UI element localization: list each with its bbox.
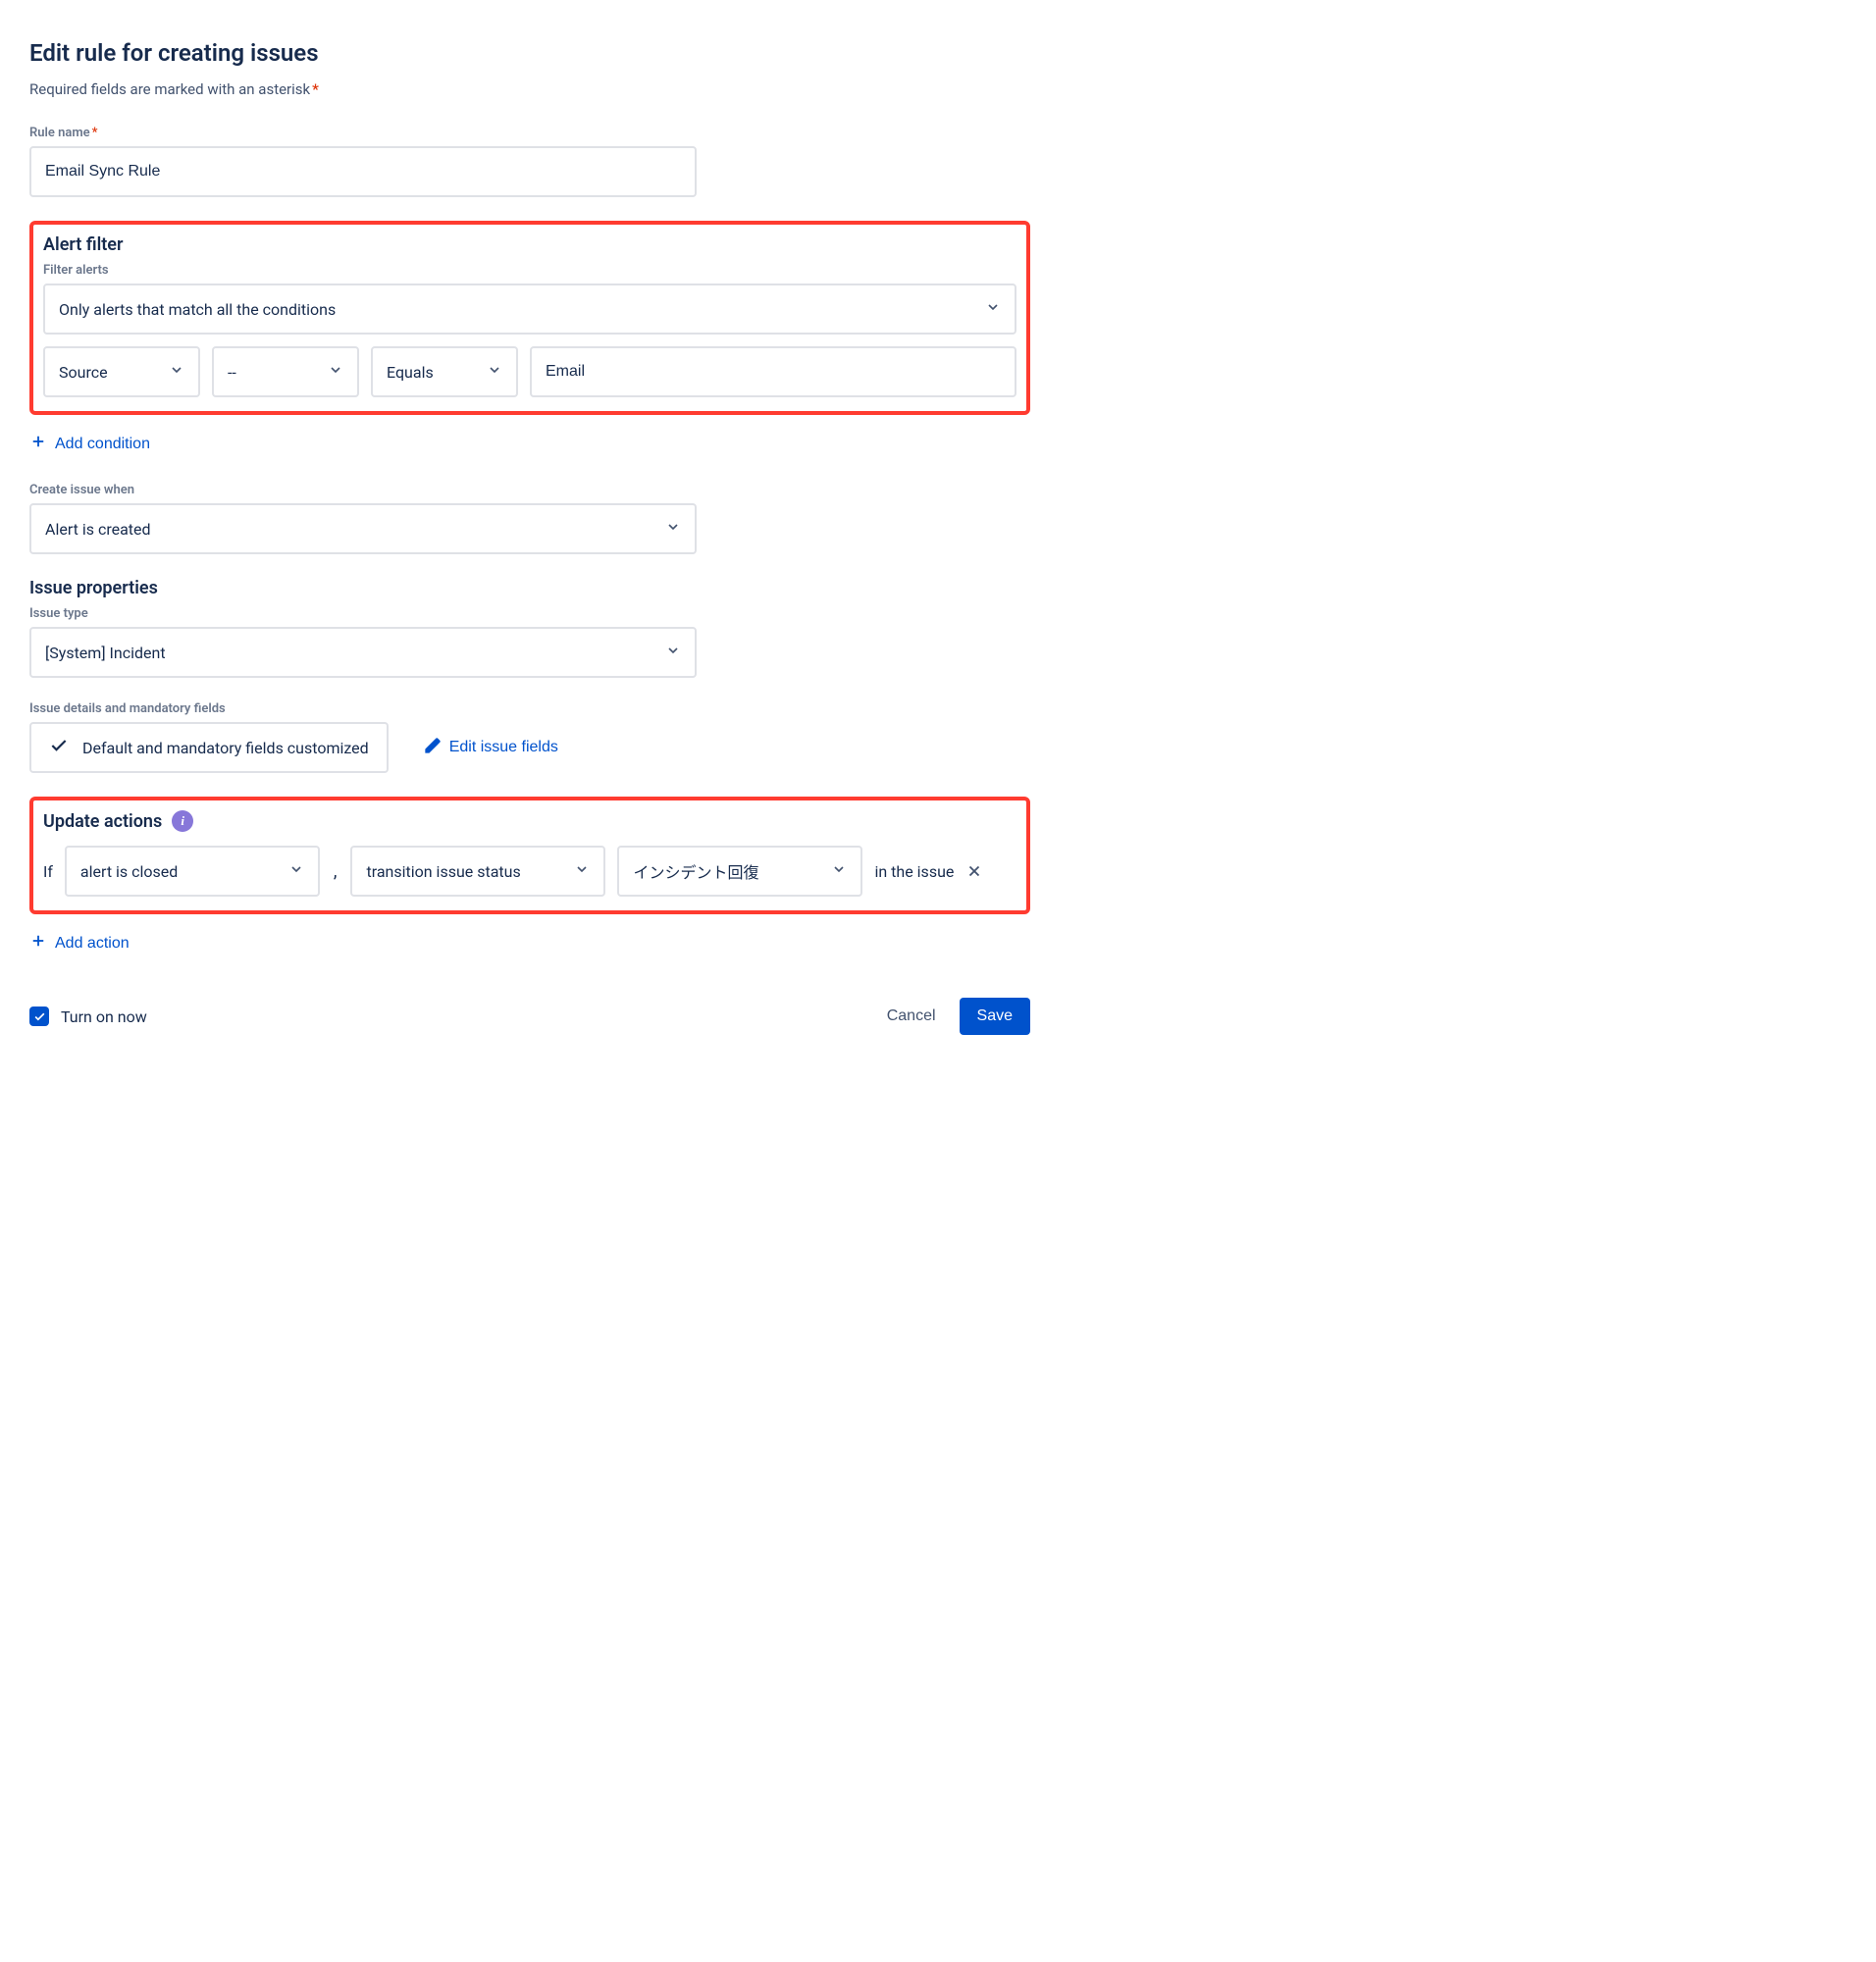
comma-text: , (332, 861, 339, 882)
condition-row: Source -- Equals (43, 346, 1016, 397)
cancel-button[interactable]: Cancel (887, 1007, 936, 1025)
update-trigger-select[interactable]: alert is closed (65, 846, 320, 897)
plus-icon (29, 433, 47, 455)
create-issue-when-label: Create issue when (29, 483, 1030, 497)
required-note: Required fields are marked with an aster… (29, 80, 1030, 98)
chevron-down-icon (487, 362, 502, 382)
footer: Turn on now Cancel Save (29, 998, 1030, 1035)
condition-field-select[interactable]: Source (43, 346, 200, 397)
issue-type-label: Issue type (29, 606, 1030, 621)
chevron-down-icon (831, 861, 847, 881)
page-title: Edit rule for creating issues (29, 39, 1030, 67)
update-value-select[interactable]: インシデント回復 (617, 846, 862, 897)
if-text: If (43, 862, 53, 881)
add-action-button[interactable]: Add action (29, 928, 130, 958)
update-actions-title: Update actions i (43, 810, 1016, 832)
chevron-down-icon (288, 861, 304, 881)
info-icon[interactable]: i (172, 810, 193, 832)
condition-value-input[interactable] (530, 346, 1016, 397)
rule-name-label: Rule name* (29, 126, 1030, 140)
alert-filter-highlight: Alert filter Filter alerts Only alerts t… (29, 221, 1030, 415)
update-actions-highlight: Update actions i If alert is closed , tr… (29, 797, 1030, 914)
issue-details-status: Default and mandatory fields customized (29, 722, 389, 773)
turn-on-label: Turn on now (61, 1007, 147, 1026)
issue-type-select[interactable]: [System] Incident (29, 627, 697, 678)
in-the-issue-text: in the issue (874, 862, 954, 881)
chevron-down-icon (328, 362, 343, 382)
check-icon (49, 736, 69, 759)
turn-on-checkbox[interactable] (29, 1007, 49, 1026)
chevron-down-icon (574, 861, 590, 881)
issue-details-label: Issue details and mandatory fields (29, 701, 1030, 716)
create-issue-when-select[interactable]: Alert is created (29, 503, 697, 554)
condition-not-select[interactable]: -- (212, 346, 359, 397)
edit-issue-fields-button[interactable]: Edit issue fields (424, 733, 558, 763)
chevron-down-icon (665, 519, 681, 539)
save-button[interactable]: Save (960, 998, 1030, 1035)
rule-name-input[interactable] (29, 146, 697, 197)
chevron-down-icon (169, 362, 184, 382)
add-condition-button[interactable]: Add condition (29, 429, 150, 459)
asterisk-icon: * (92, 126, 98, 140)
alert-filter-title: Alert filter (43, 234, 1016, 255)
asterisk-icon: * (312, 80, 319, 98)
update-action-select[interactable]: transition issue status (350, 846, 605, 897)
filter-alerts-label: Filter alerts (43, 263, 1016, 278)
condition-operator-select[interactable]: Equals (371, 346, 518, 397)
issue-properties-title: Issue properties (29, 578, 1030, 598)
chevron-down-icon (985, 299, 1001, 319)
match-mode-select[interactable]: Only alerts that match all the condition… (43, 284, 1016, 335)
update-action-row: If alert is closed , transition issue st… (43, 846, 1016, 897)
remove-action-button[interactable] (965, 862, 983, 880)
chevron-down-icon (665, 643, 681, 662)
plus-icon (29, 932, 47, 955)
pencil-icon (424, 737, 442, 759)
